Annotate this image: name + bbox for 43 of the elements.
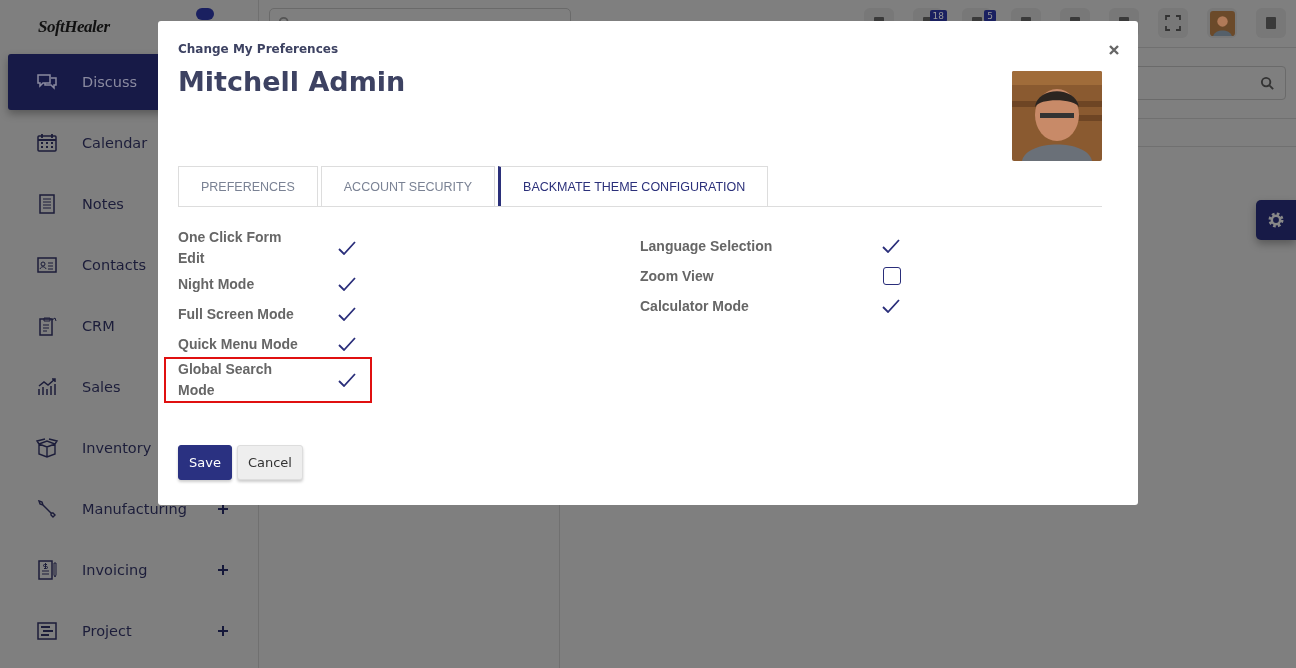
count-badge: 5 [984, 10, 996, 22]
save-button[interactable]: Save [178, 445, 232, 480]
cancel-button[interactable]: Cancel [236, 445, 303, 480]
avatar-icon [1209, 10, 1235, 36]
plus-icon[interactable] [218, 504, 228, 514]
toolbar-button[interactable] [1158, 8, 1188, 38]
settings-icon [1266, 210, 1286, 230]
checkmark-icon[interactable] [338, 241, 356, 255]
sidebar-item[interactable]: Project [8, 603, 228, 659]
checkmark-icon[interactable] [338, 307, 356, 321]
sidebar-item[interactable]: Invoicing [8, 542, 228, 598]
count-badge: 18 [929, 10, 947, 22]
box-icon [35, 436, 59, 460]
brand-logo: SoftHealer [38, 17, 111, 37]
fullscreen-icon [1165, 15, 1181, 31]
collapse-icon[interactable] [196, 8, 214, 20]
checkmark-icon[interactable] [338, 373, 356, 387]
tab[interactable]: ACCOUNT SECURITY [320, 166, 496, 206]
option-label: Language Selection [640, 236, 774, 256]
app-icon [1263, 15, 1279, 31]
checkmark-icon[interactable] [882, 299, 900, 313]
toolbar-button[interactable] [1256, 8, 1286, 38]
settings-button[interactable] [1256, 200, 1296, 240]
option-label: Zoom View [640, 266, 715, 286]
option-label: Night Mode [178, 274, 256, 294]
option-label: Full Screen Mode [178, 304, 295, 324]
checkmark-icon[interactable] [882, 239, 900, 253]
option-label: Calculator Mode [640, 296, 750, 316]
tab[interactable]: BACKMATE THEME CONFIGURATION [498, 166, 769, 206]
invoice-icon [35, 558, 59, 582]
option-label: Global Search Mode [178, 360, 274, 400]
calendar-icon [35, 131, 59, 155]
sidebar-item[interactable]: Manufacturing [8, 481, 228, 537]
option-label: One Click Form Edit [178, 228, 283, 268]
checkmark-icon[interactable] [338, 277, 356, 291]
dialog-title: Change My Preferences [178, 42, 340, 56]
tab[interactable]: PREFERENCES [178, 166, 318, 206]
search-icon [1260, 75, 1275, 91]
option-label: Quick Menu Mode [178, 334, 299, 354]
checkbox[interactable] [883, 267, 901, 285]
close-icon[interactable] [1109, 45, 1119, 55]
board-icon [35, 619, 59, 643]
checkmark-icon[interactable] [338, 337, 356, 351]
